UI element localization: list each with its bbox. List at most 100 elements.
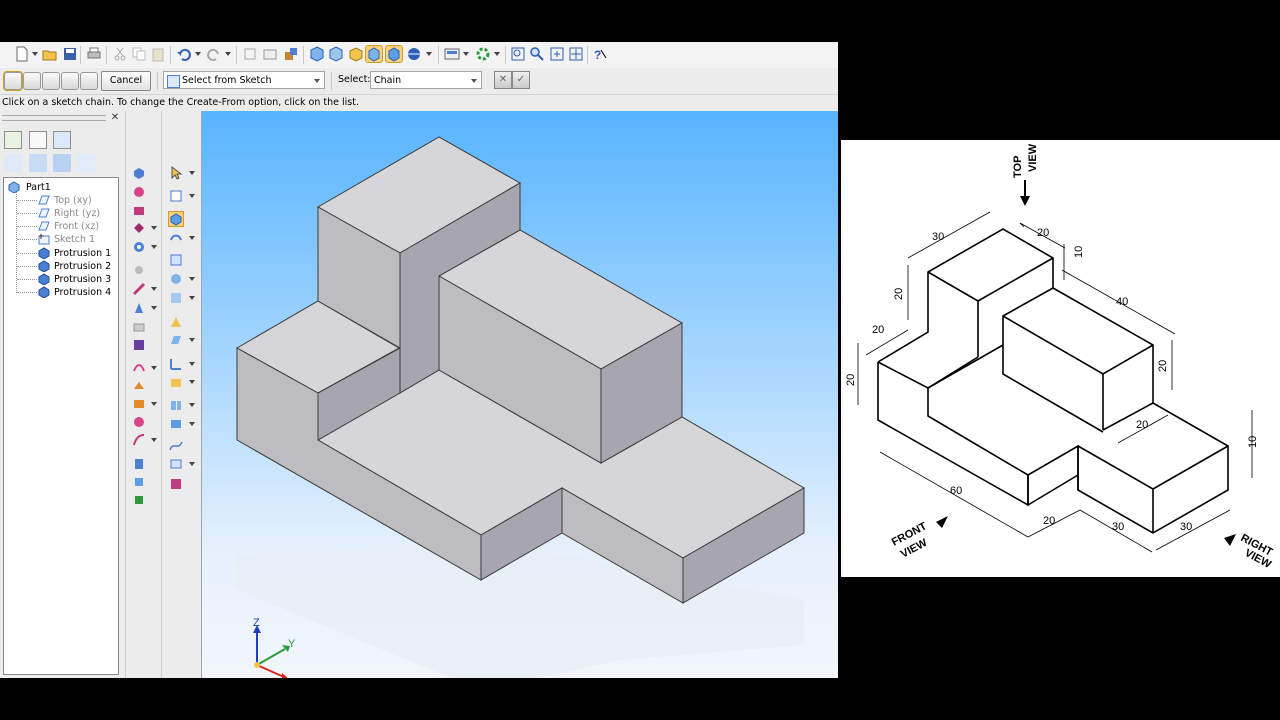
help-icon[interactable]: ? [592,46,608,62]
cancel-button[interactable]: Cancel [101,71,151,91]
part-copy-icon[interactable] [169,375,183,389]
deselect-button[interactable]: ✕ [494,71,512,89]
union-icon[interactable] [132,475,146,489]
revolved-cutout-icon[interactable] [132,221,146,235]
mirror-dropdown-icon[interactable] [151,366,157,370]
coordinate-icon[interactable] [169,357,183,371]
select-chain-dropdown[interactable]: Chain [370,71,482,89]
sensors-icon[interactable] [77,154,95,172]
web-dropdown-icon[interactable] [151,402,157,406]
surface-icon[interactable] [169,417,183,431]
redo-icon[interactable] [206,46,222,62]
cutout-icon[interactable] [132,203,146,217]
open-file-icon[interactable] [42,46,58,62]
view-style-dropdown-icon[interactable] [426,52,432,56]
coordinate-dropdown-icon[interactable] [189,362,195,366]
rib-icon[interactable] [132,379,146,393]
assembly-icon[interactable] [53,154,71,172]
round-icon[interactable] [132,263,146,277]
view-iso-icon[interactable] [309,46,325,62]
revolve-icon[interactable] [132,185,146,199]
sketch-step-icon[interactable] [3,71,23,91]
part-copy-dropdown-icon[interactable] [189,380,195,384]
sphere-view-icon[interactable] [406,46,422,62]
pattern-icon[interactable] [132,338,146,352]
redo-dropdown-icon[interactable] [225,52,231,56]
copy-icon[interactable] [131,46,147,62]
select-arrow-icon[interactable] [169,166,183,180]
surface-dropdown-icon[interactable] [189,422,195,426]
sketch-dropdown-icon[interactable] [189,194,195,198]
new-file-icon[interactable] [14,46,30,62]
view-manager-icon[interactable] [444,46,460,62]
finish-step-icon[interactable] [80,72,98,90]
revolve-dropdown-icon[interactable] [189,236,195,240]
hole-icon[interactable] [132,240,146,254]
mirror-icon[interactable] [132,361,146,375]
properties-icon[interactable] [262,46,278,62]
mirror-part-icon[interactable] [169,398,183,412]
add-body-icon[interactable] [132,457,146,471]
protrusion-active-icon[interactable] [168,211,184,227]
shell-icon[interactable] [169,315,183,329]
feature-library-icon[interactable] [4,154,22,172]
split-icon[interactable] [169,477,183,491]
revolved-protrusion-icon[interactable] [169,231,183,245]
cut-feature-icon[interactable] [169,253,183,267]
settings-dropdown-icon[interactable] [494,52,500,56]
thin-wall-icon[interactable] [132,320,146,334]
parts-library-icon[interactable] [283,46,299,62]
subtract-icon[interactable] [132,493,146,507]
intersection-icon[interactable] [169,457,183,471]
plane-feature-icon[interactable] [169,333,183,347]
hole-feature-dropdown-icon[interactable] [189,277,195,281]
side-step-icon[interactable] [23,72,41,90]
vent-dropdown-icon[interactable] [151,438,157,442]
plane-dropdown-icon[interactable] [189,338,195,342]
chamfer-dropdown-icon[interactable] [151,287,157,291]
protrusion-icon[interactable] [132,166,146,180]
undo-icon[interactable] [176,46,192,62]
select-dropdown-icon[interactable] [189,171,195,175]
family-icon[interactable] [53,131,71,149]
view-manager-dropdown-icon[interactable] [463,52,469,56]
hole-dropdown-icon[interactable] [151,245,157,249]
round-feature-dropdown-icon[interactable] [189,296,195,300]
pan-icon[interactable] [568,46,584,62]
view-dimetric-icon[interactable] [328,46,344,62]
close-icon[interactable]: ✕ [110,113,120,123]
parts-icon[interactable] [29,154,47,172]
mirror-part-dropdown-icon[interactable] [189,403,195,407]
shading-icon[interactable] [348,46,364,62]
fit-icon[interactable] [549,46,565,62]
draft-icon[interactable] [132,301,146,315]
3d-viewport[interactable]: Z Y X [201,111,838,678]
zoom-icon[interactable] [529,46,545,62]
save-icon[interactable] [62,46,78,62]
settings-gear-icon[interactable] [475,46,491,62]
web-network-icon[interactable] [132,397,146,411]
layers-icon[interactable] [29,131,47,149]
paste-icon[interactable] [150,46,166,62]
shaded-icon[interactable] [385,45,403,63]
cutout-dropdown-icon[interactable] [151,226,157,230]
undo-dropdown-icon[interactable] [195,52,201,56]
select-tool-icon[interactable] [242,46,258,62]
chamfer-icon[interactable] [132,282,146,296]
sketch-grid-icon[interactable] [169,189,183,203]
cut-icon[interactable] [112,46,128,62]
treatment-step-icon[interactable] [61,72,79,90]
curve-icon[interactable] [169,439,183,453]
print-icon[interactable] [86,46,102,62]
intersection-dropdown-icon[interactable] [189,462,195,466]
vent-icon[interactable] [132,433,146,447]
create-from-dropdown[interactable]: Select from Sketch [163,71,325,89]
new-dropdown-icon[interactable] [32,52,38,56]
lip-icon[interactable] [132,415,146,429]
accept-button[interactable]: ✓ [512,71,530,89]
feature-pathfinder-icon[interactable] [4,131,22,149]
extent-step-icon[interactable] [42,72,60,90]
round-feature-icon[interactable] [169,291,183,305]
hole-feature-icon[interactable] [169,272,183,286]
shaded-edges-icon[interactable] [365,45,383,63]
